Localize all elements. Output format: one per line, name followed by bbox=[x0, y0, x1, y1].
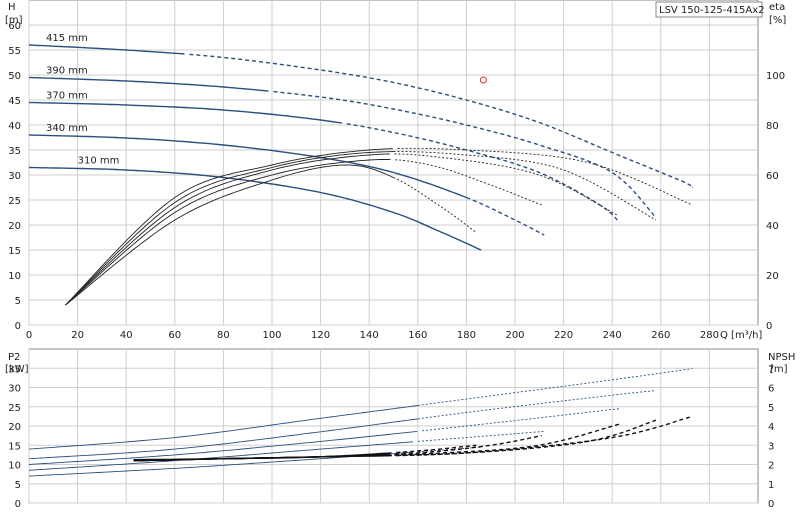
efficiency-curve bbox=[65, 153, 390, 306]
top-y-left-tick: 20 bbox=[8, 221, 21, 232]
x-tick-label: 60 bbox=[168, 330, 181, 341]
npsh-curve bbox=[133, 455, 391, 462]
bottom-y-left-tick: 15 bbox=[8, 441, 21, 452]
bottom-y-right-label: NPSH bbox=[768, 352, 795, 363]
head-curve-dashed bbox=[466, 196, 545, 236]
x-tick-label: 120 bbox=[311, 330, 330, 341]
top-y-left-tick: 45 bbox=[8, 96, 21, 107]
top-y-left-tick: 15 bbox=[8, 246, 21, 257]
power-curve-dashed bbox=[422, 408, 620, 432]
bottom-y-left-tick: 35 bbox=[8, 364, 21, 375]
top-y-right-unit: [%] bbox=[769, 15, 786, 26]
top-y-left-tick: 10 bbox=[8, 271, 21, 282]
bottom-y-right-tick: 2 bbox=[768, 461, 774, 472]
x-tick-label: 0 bbox=[26, 330, 32, 341]
power-curve-dashed bbox=[417, 390, 656, 420]
head-curve-dashed bbox=[273, 90, 657, 218]
efficiency-curve bbox=[65, 164, 394, 306]
top-y-left-tick: 25 bbox=[8, 196, 21, 207]
x-tick-label: 200 bbox=[505, 330, 524, 341]
head-curve-dashed bbox=[189, 53, 695, 189]
bottom-y-right-tick: 1 bbox=[768, 480, 774, 491]
top-y-right-tick: 60 bbox=[766, 171, 779, 182]
impeller-diameter-label: 310 mm bbox=[78, 156, 120, 167]
x-tick-label: 20 bbox=[71, 330, 84, 341]
top-y-left-tick: 55 bbox=[8, 46, 21, 57]
x-tick-label: 180 bbox=[457, 330, 476, 341]
top-y-left-tick: 60 bbox=[8, 21, 21, 32]
impeller-diameter-label: 415 mm bbox=[46, 33, 88, 44]
top-y-left-tick: 30 bbox=[8, 171, 21, 182]
bottom-y-left-tick: 10 bbox=[8, 461, 21, 472]
top-y-left-label: H bbox=[8, 2, 16, 13]
bottom-y-left-tick: 30 bbox=[8, 384, 21, 395]
x-tick-label: 220 bbox=[554, 330, 573, 341]
top-y-left-tick: 50 bbox=[8, 71, 21, 82]
top-y-left-tick: 5 bbox=[15, 296, 21, 307]
bottom-y-right-tick: 7 bbox=[768, 364, 774, 375]
x-tick-label: 280 bbox=[700, 330, 719, 341]
x-tick-label: 240 bbox=[603, 330, 622, 341]
top-plot-frame bbox=[28, 0, 759, 326]
head-curve-solid bbox=[28, 101, 342, 124]
impeller-diameter-label: 340 mm bbox=[46, 123, 88, 134]
pump-performance-chart: H [m] eta [%] Q [m³/h] P2 [kW] NPSH [m] … bbox=[5, 0, 795, 510]
bottom-y-left-label: P2 bbox=[8, 352, 20, 363]
efficiency-curve bbox=[65, 159, 391, 306]
x-tick-label: 140 bbox=[360, 330, 379, 341]
x-tick-label: 260 bbox=[651, 330, 670, 341]
bottom-y-right-tick: 5 bbox=[768, 403, 774, 414]
top-y-right-tick: 20 bbox=[766, 271, 779, 282]
bottom-y-left-tick: 20 bbox=[8, 422, 21, 433]
impeller-diameter-label: 370 mm bbox=[46, 91, 88, 102]
efficiency-curve-dashed bbox=[393, 151, 657, 221]
efficiency-curve bbox=[65, 148, 393, 306]
bottom-y-left-tick: 25 bbox=[8, 403, 21, 414]
impeller-diameter-label: 390 mm bbox=[46, 66, 88, 77]
bottom-y-right-tick: 0 bbox=[768, 499, 774, 510]
top-y-right-label: eta bbox=[769, 2, 785, 13]
bottom-y-right-tick: 3 bbox=[768, 441, 774, 452]
bottom-y-left-tick: 5 bbox=[15, 480, 21, 491]
top-y-right-tick: 100 bbox=[766, 71, 785, 82]
x-tick-label: 40 bbox=[120, 330, 133, 341]
operating-point-marker bbox=[479, 76, 487, 84]
bottom-y-right-tick: 6 bbox=[768, 384, 774, 395]
head-curve-solid bbox=[28, 76, 269, 92]
top-y-right-tick: 0 bbox=[766, 321, 772, 332]
bottom-y-left-tick: 0 bbox=[15, 499, 21, 510]
top-y-left-tick: 0 bbox=[15, 321, 21, 332]
x-tick-label: 100 bbox=[262, 330, 281, 341]
top-x-label: Q [m³/h] bbox=[720, 330, 762, 341]
bottom-y-right-tick: 4 bbox=[768, 422, 774, 433]
top-y-right-tick: 80 bbox=[766, 121, 779, 132]
power-curve-dashed bbox=[417, 430, 545, 442]
top-y-left-tick: 35 bbox=[8, 146, 21, 157]
x-tick-label: 80 bbox=[217, 330, 230, 341]
chart-title: LSV 150-125-415Ax2 bbox=[659, 5, 765, 16]
top-y-left-tick: 40 bbox=[8, 121, 21, 132]
efficiency-curve-dashed bbox=[394, 153, 618, 216]
top-y-right-tick: 40 bbox=[766, 221, 779, 232]
x-tick-label: 160 bbox=[408, 330, 427, 341]
